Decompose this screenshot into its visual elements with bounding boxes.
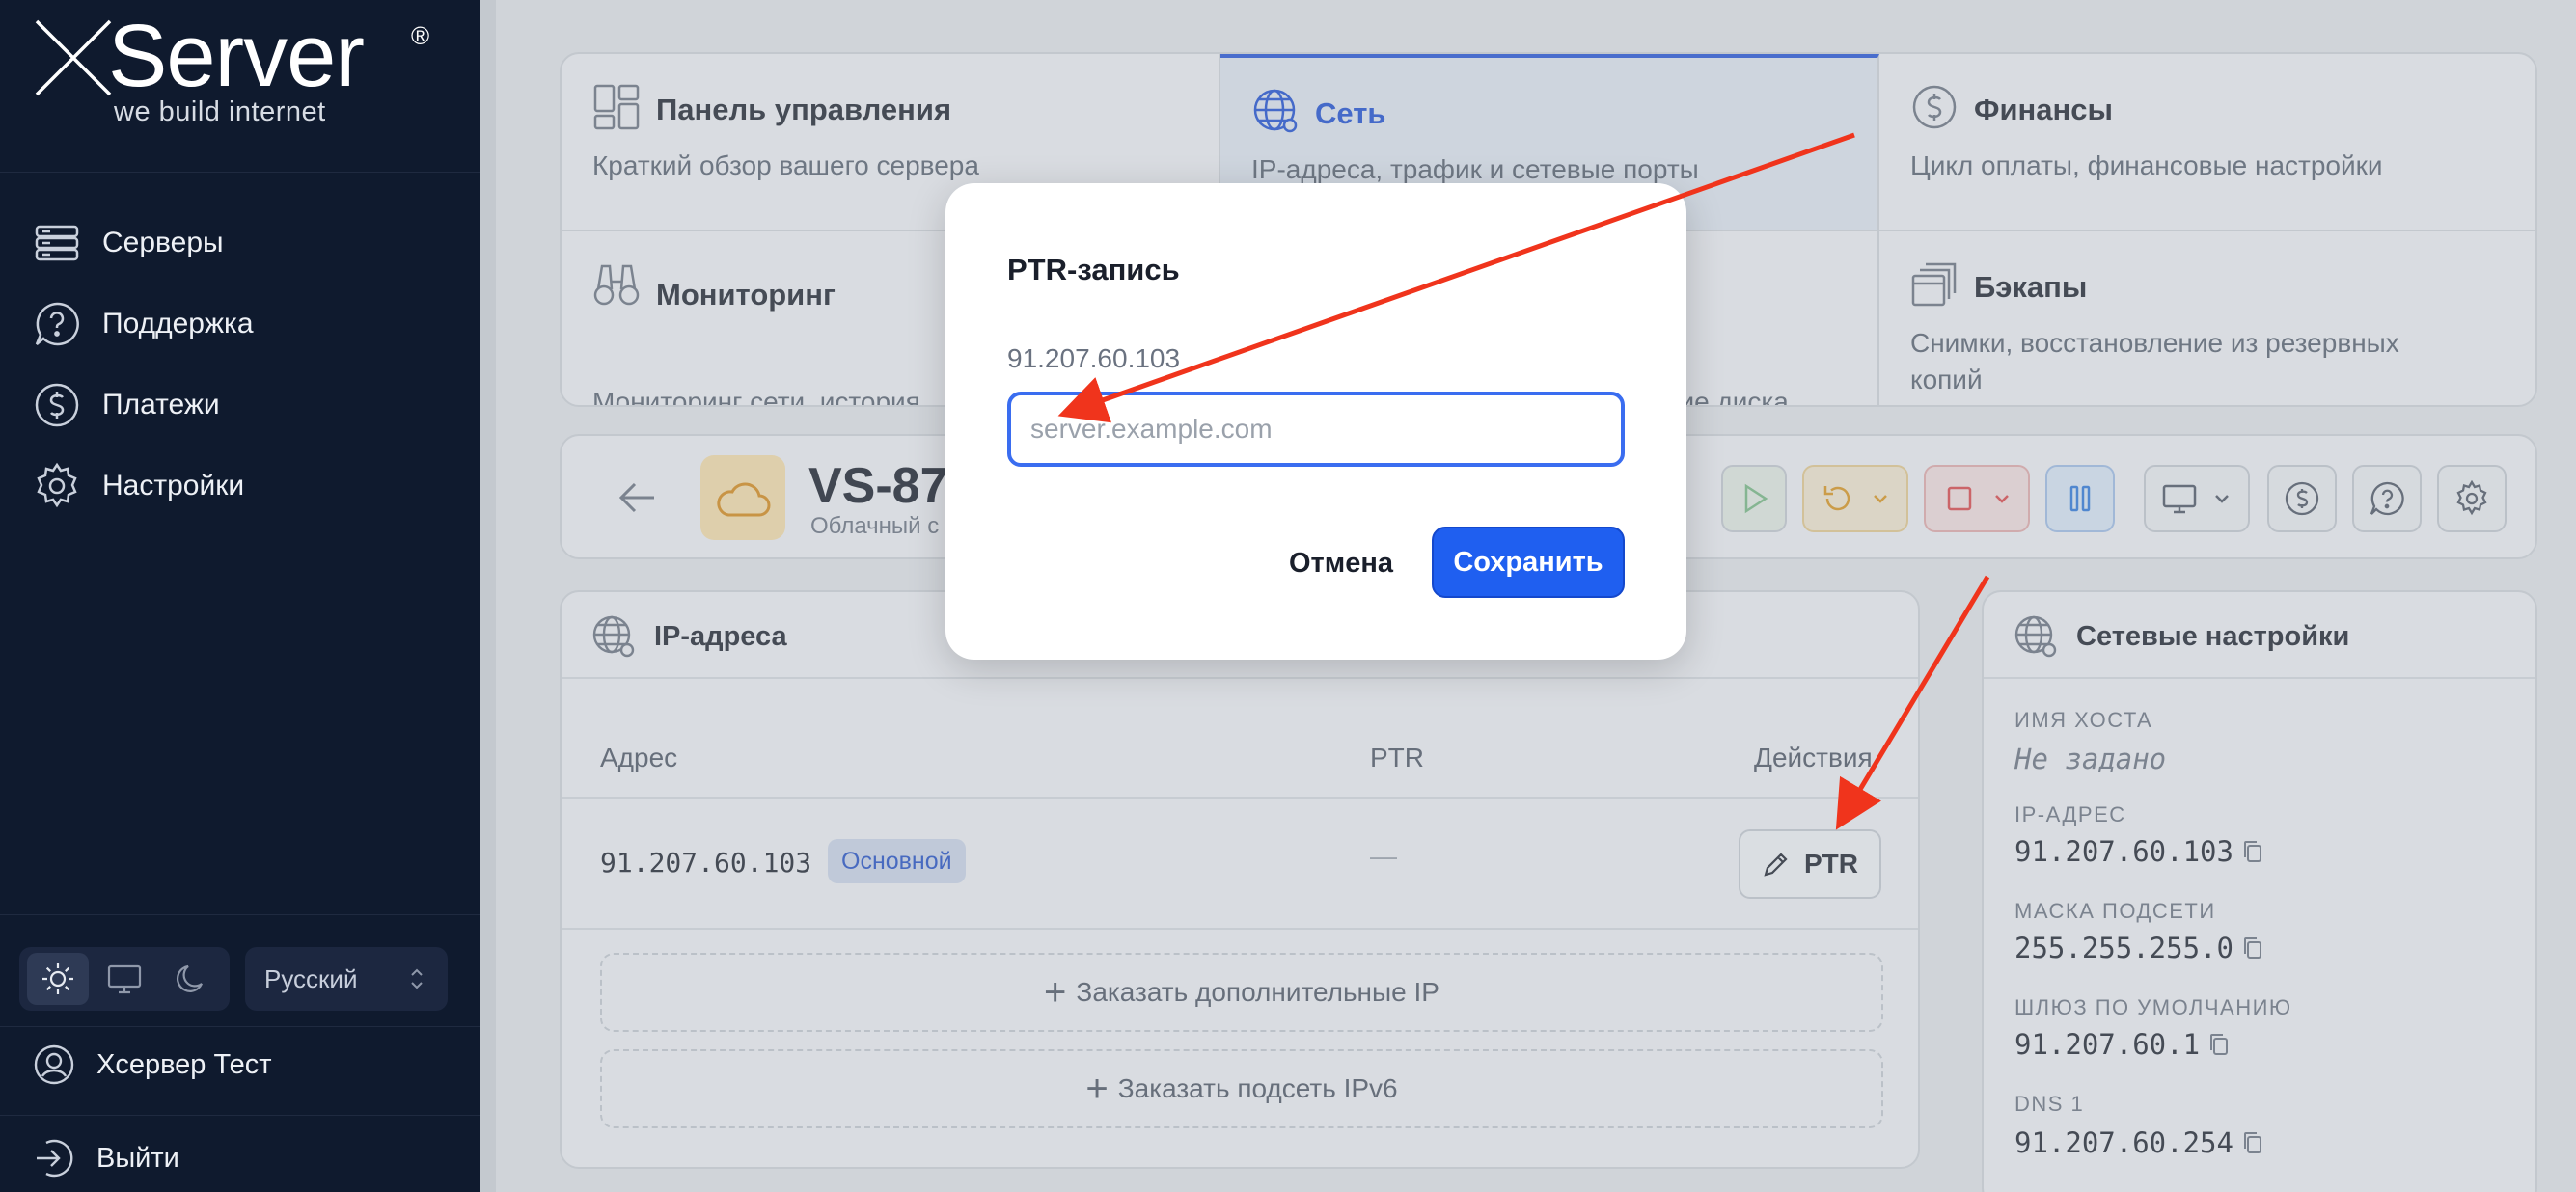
save-button[interactable]: Сохранить [1432,527,1625,598]
dialog-ip-address: 91.207.60.103 [1007,343,1181,373]
logo[interactable]: Server ® we build internet [33,12,438,133]
sidebar-divider [0,1115,480,1116]
logout-label: Выйти [96,1142,179,1174]
dialog-title: PTR-запись [1007,253,1180,286]
logo-wordmark: Server [108,7,365,105]
sidebar-divider [0,914,480,915]
payments-icon [35,383,79,427]
logo-tagline: we build internet [114,96,326,127]
theme-system-button[interactable] [94,953,155,1005]
language-selected: Русский [264,963,358,993]
sidebar-item-settings[interactable]: Настройки [33,457,244,515]
support-icon [35,302,79,346]
logout-button[interactable]: Выйти [33,1138,179,1178]
moon-icon [176,964,203,992]
sidebar: Server ® we build internet Серверы Подде… [0,0,480,1192]
user-profile[interactable]: Хсервер Тест [33,1043,272,1086]
sidebar-item-label: Настройки [102,470,245,501]
sidebar-divider [0,172,480,173]
sidebar-item-label: Поддержка [102,308,254,339]
theme-switcher [19,947,230,1011]
sidebar-item-servers[interactable]: Серверы [33,214,224,272]
sun-icon [42,963,74,994]
chevron-updown-icon [411,968,423,989]
cancel-button[interactable]: Отмена [1264,528,1418,598]
sidebar-item-label: Платежи [102,389,220,420]
language-select[interactable]: Русский [245,947,448,1011]
sidebar-divider [0,1026,480,1027]
monitor-icon [107,964,142,994]
logo-x-mark [35,19,112,96]
user-name: Хсервер Тест [96,1048,272,1080]
servers-icon [35,225,79,261]
settings-icon [37,462,77,508]
sidebar-item-label: Серверы [102,227,224,258]
logo-registered-mark: ® [411,21,430,50]
sidebar-item-payments[interactable]: Платежи [33,376,220,434]
theme-dark-button[interactable] [160,953,222,1005]
logout-icon [37,1139,73,1178]
sidebar-item-support[interactable]: Поддержка [33,295,254,353]
theme-light-button[interactable] [27,953,90,1005]
ptr-record-dialog: PTR-запись 91.207.60.103 Отмена Сохранит… [945,183,1686,660]
ptr-hostname-input[interactable] [1007,392,1625,467]
user-avatar-icon [34,1044,74,1085]
